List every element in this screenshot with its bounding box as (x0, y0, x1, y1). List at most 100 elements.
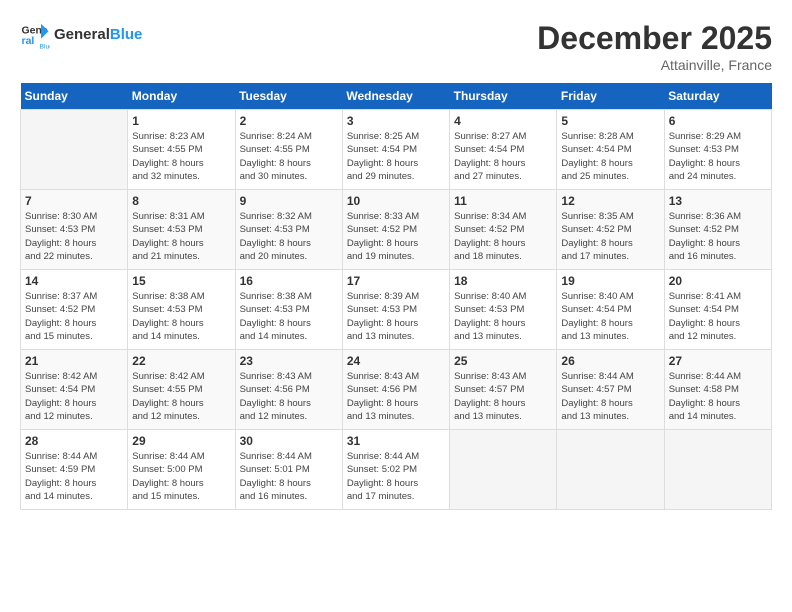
calendar-cell: 21Sunrise: 8:42 AM Sunset: 4:54 PM Dayli… (21, 350, 128, 430)
day-header-wednesday: Wednesday (342, 83, 449, 110)
day-info: Sunrise: 8:34 AM Sunset: 4:52 PM Dayligh… (454, 210, 552, 263)
logo-icon: Gene ral Blue (20, 20, 50, 50)
day-info: Sunrise: 8:44 AM Sunset: 4:57 PM Dayligh… (561, 370, 659, 423)
day-header-sunday: Sunday (21, 83, 128, 110)
day-info: Sunrise: 8:40 AM Sunset: 4:53 PM Dayligh… (454, 290, 552, 343)
calendar-cell: 30 Sunrise: 8:44 AM Sunset: 5:01 PM Dayli… (235, 430, 342, 510)
day-number: 26 (561, 354, 659, 368)
calendar-cell (557, 430, 664, 510)
day-info: Sunrise: 8:29 AM Sunset: 4:53 PM Dayligh… (669, 130, 767, 183)
logo: Gene ral Blue GeneralBlue (20, 20, 142, 50)
day-number: 1 (132, 114, 230, 128)
calendar-table: SundayMondayTuesdayWednesdayThursdayFrid… (20, 83, 772, 510)
calendar-cell: 12 Sunrise: 8:35 AM Sunset: 4:52 PM Dayli… (557, 190, 664, 270)
month-title: December 2025 (537, 20, 772, 57)
day-number: 5 (561, 114, 659, 128)
day-info: Sunrise: 8:44 AM Sunset: 5:01 PM Dayligh… (240, 450, 338, 503)
day-number: 25 (454, 354, 552, 368)
day-info: Sunrise: 8:27 AM Sunset: 4:54 PM Dayligh… (454, 130, 552, 183)
calendar-week-row: 14 Sunrise: 8:37 AM Sunset: 4:52 PM Dayli… (21, 270, 772, 350)
day-info: Sunrise: 8:32 AM Sunset: 4:53 PM Dayligh… (240, 210, 338, 263)
day-number: 18 (454, 274, 552, 288)
day-info: Sunrise: 8:43 AM Sunset: 4:56 PM Dayligh… (240, 370, 338, 423)
calendar-cell: 19 Sunrise: 8:40 AM Sunset: 4:54 PM Dayli… (557, 270, 664, 350)
day-info: Sunrise: 8:36 AM Sunset: 4:52 PM Dayligh… (669, 210, 767, 263)
day-header-friday: Friday (557, 83, 664, 110)
day-number: 21 (25, 354, 123, 368)
page-header: Gene ral Blue GeneralBlue December 2025 … (20, 20, 772, 73)
calendar-week-row: 1 Sunrise: 8:23 AM Sunset: 4:55 PM Daylig… (21, 110, 772, 190)
day-number: 22 (132, 354, 230, 368)
day-info: Sunrise: 8:43 AM Sunset: 4:56 PM Dayligh… (347, 370, 445, 423)
day-header-saturday: Saturday (664, 83, 771, 110)
day-number: 27 (669, 354, 767, 368)
day-number: 20 (669, 274, 767, 288)
calendar-cell: 14 Sunrise: 8:37 AM Sunset: 4:52 PM Dayli… (21, 270, 128, 350)
day-number: 14 (25, 274, 123, 288)
day-header-monday: Monday (128, 83, 235, 110)
day-number: 19 (561, 274, 659, 288)
calendar-cell: 10 Sunrise: 8:33 AM Sunset: 4:52 PM Dayli… (342, 190, 449, 270)
day-number: 7 (25, 194, 123, 208)
day-info: Sunrise: 8:44 AM Sunset: 4:59 PM Dayligh… (25, 450, 123, 503)
day-number: 12 (561, 194, 659, 208)
calendar-header-row: SundayMondayTuesdayWednesdayThursdayFrid… (21, 83, 772, 110)
calendar-cell: 9 Sunrise: 8:32 AM Sunset: 4:53 PM Daylig… (235, 190, 342, 270)
day-info: Sunrise: 8:40 AM Sunset: 4:54 PM Dayligh… (561, 290, 659, 343)
svg-text:Blue: Blue (40, 44, 51, 51)
day-info: Sunrise: 8:43 AM Sunset: 4:57 PM Dayligh… (454, 370, 552, 423)
day-info: Sunrise: 8:35 AM Sunset: 4:52 PM Dayligh… (561, 210, 659, 263)
logo-text: GeneralBlue (54, 27, 142, 44)
day-info: Sunrise: 8:44 AM Sunset: 4:58 PM Dayligh… (669, 370, 767, 423)
logo-blue: Blue (110, 26, 143, 43)
calendar-cell (21, 110, 128, 190)
calendar-cell: 25 Sunrise: 8:43 AM Sunset: 4:57 PM Dayli… (450, 350, 557, 430)
day-number: 13 (669, 194, 767, 208)
calendar-cell: 1 Sunrise: 8:23 AM Sunset: 4:55 PM Daylig… (128, 110, 235, 190)
day-info: Sunrise: 8:28 AM Sunset: 4:54 PM Dayligh… (561, 130, 659, 183)
day-info: Sunrise: 8:23 AM Sunset: 4:55 PM Dayligh… (132, 130, 230, 183)
day-info: Sunrise: 8:33 AM Sunset: 4:52 PM Dayligh… (347, 210, 445, 263)
day-info: Sunrise: 8:39 AM Sunset: 4:53 PM Dayligh… (347, 290, 445, 343)
calendar-cell: 28Sunrise: 8:44 AM Sunset: 4:59 PM Dayli… (21, 430, 128, 510)
location-subtitle: Attainville, France (537, 57, 772, 73)
day-number: 2 (240, 114, 338, 128)
calendar-cell: 20Sunrise: 8:41 AM Sunset: 4:54 PM Dayli… (664, 270, 771, 350)
calendar-cell: 24 Sunrise: 8:43 AM Sunset: 4:56 PM Dayli… (342, 350, 449, 430)
day-number: 6 (669, 114, 767, 128)
day-number: 15 (132, 274, 230, 288)
day-info: Sunrise: 8:44 AM Sunset: 5:02 PM Dayligh… (347, 450, 445, 503)
calendar-cell (664, 430, 771, 510)
calendar-cell: 31 Sunrise: 8:44 AM Sunset: 5:02 PM Dayli… (342, 430, 449, 510)
day-info: Sunrise: 8:38 AM Sunset: 4:53 PM Dayligh… (240, 290, 338, 343)
day-number: 10 (347, 194, 445, 208)
calendar-week-row: 21Sunrise: 8:42 AM Sunset: 4:54 PM Dayli… (21, 350, 772, 430)
calendar-cell: 22 Sunrise: 8:42 AM Sunset: 4:55 PM Dayli… (128, 350, 235, 430)
calendar-cell: 7Sunrise: 8:30 AM Sunset: 4:53 PM Daylig… (21, 190, 128, 270)
calendar-cell: 2Sunrise: 8:24 AM Sunset: 4:55 PM Daylig… (235, 110, 342, 190)
calendar-cell: 4 Sunrise: 8:27 AM Sunset: 4:54 PM Daylig… (450, 110, 557, 190)
calendar-cell: 26 Sunrise: 8:44 AM Sunset: 4:57 PM Dayli… (557, 350, 664, 430)
day-info: Sunrise: 8:42 AM Sunset: 4:55 PM Dayligh… (132, 370, 230, 423)
day-number: 29 (132, 434, 230, 448)
calendar-cell: 23Sunrise: 8:43 AM Sunset: 4:56 PM Dayli… (235, 350, 342, 430)
title-section: December 2025 Attainville, France (537, 20, 772, 73)
day-number: 16 (240, 274, 338, 288)
calendar-cell (450, 430, 557, 510)
calendar-cell: 13 Sunrise: 8:36 AM Sunset: 4:52 PM Dayli… (664, 190, 771, 270)
day-number: 9 (240, 194, 338, 208)
day-number: 30 (240, 434, 338, 448)
day-number: 3 (347, 114, 445, 128)
calendar-cell: 16 Sunrise: 8:38 AM Sunset: 4:53 PM Dayli… (235, 270, 342, 350)
calendar-cell: 8Sunrise: 8:31 AM Sunset: 4:53 PM Daylig… (128, 190, 235, 270)
day-number: 31 (347, 434, 445, 448)
day-number: 24 (347, 354, 445, 368)
calendar-cell: 3Sunrise: 8:25 AM Sunset: 4:54 PM Daylig… (342, 110, 449, 190)
calendar-cell: 27 Sunrise: 8:44 AM Sunset: 4:58 PM Dayli… (664, 350, 771, 430)
calendar-cell: 6 Sunrise: 8:29 AM Sunset: 4:53 PM Daylig… (664, 110, 771, 190)
day-info: Sunrise: 8:37 AM Sunset: 4:52 PM Dayligh… (25, 290, 123, 343)
day-number: 4 (454, 114, 552, 128)
day-number: 11 (454, 194, 552, 208)
svg-text:ral: ral (22, 35, 35, 47)
calendar-cell: 17Sunrise: 8:39 AM Sunset: 4:53 PM Dayli… (342, 270, 449, 350)
